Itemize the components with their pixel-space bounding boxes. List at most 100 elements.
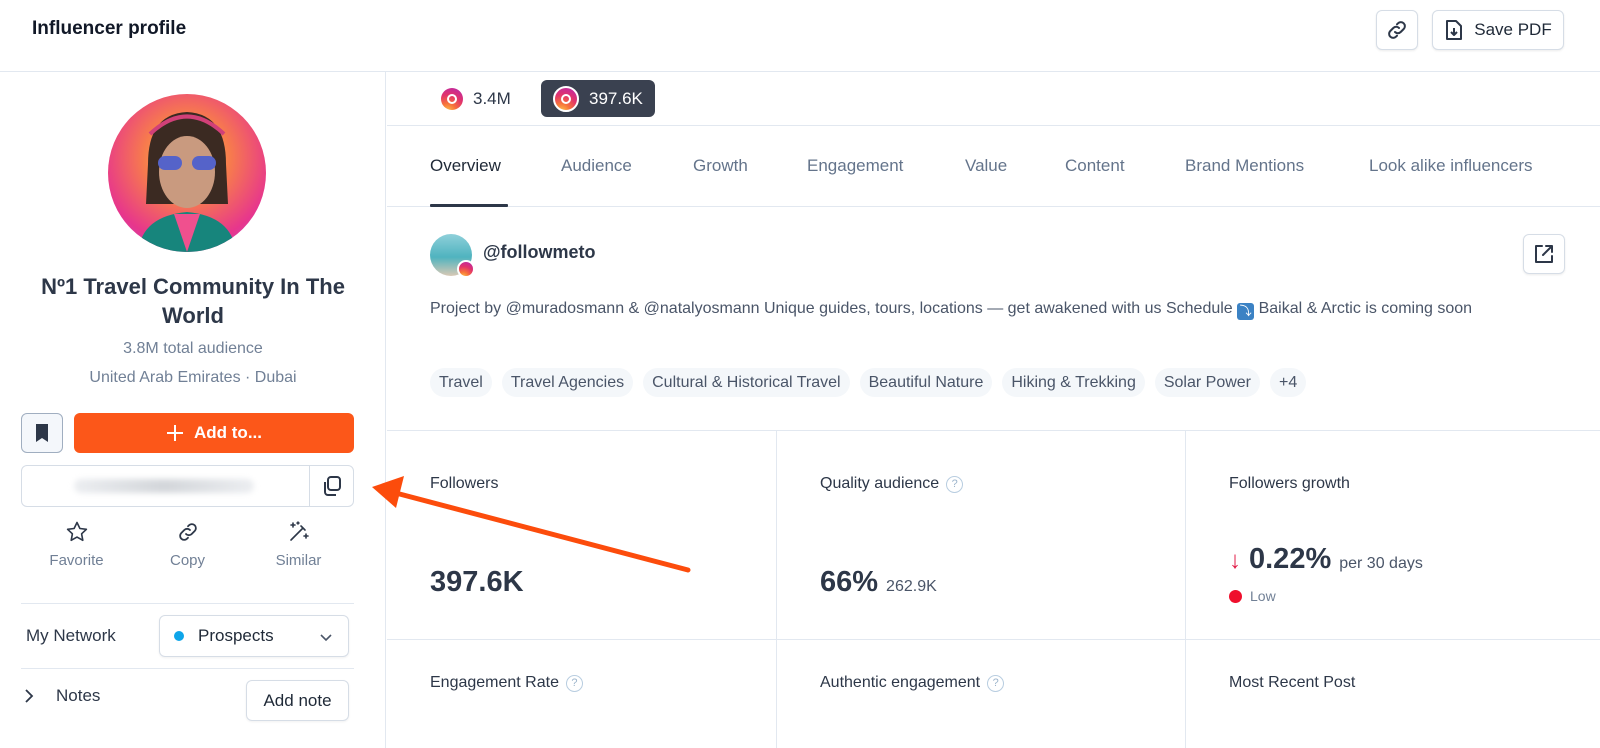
profile-location: United Arab Emirates · Dubai [89, 369, 297, 386]
profile-tabs: Overview Audience Growth Engagement Valu… [387, 126, 1600, 207]
link-icon [178, 523, 197, 541]
notes-label: Notes [56, 686, 101, 705]
category-tags: Travel Travel Agencies Cultural & Histor… [430, 368, 1307, 397]
tag[interactable]: Beautiful Nature [859, 368, 993, 397]
plus-icon [167, 425, 183, 441]
add-note-button[interactable]: Add note [246, 680, 349, 721]
page-title: Influencer profile [32, 18, 187, 39]
quick-actions: Favorite Copy Similar [21, 520, 354, 590]
stat-authentic-engagement: Authentic engagement ? [777, 640, 1186, 748]
tab-overview[interactable]: Overview [430, 156, 501, 176]
account-bio: Project by @muradosmann & @natalyosmann … [430, 296, 1560, 322]
stat-value: 397.6K [430, 566, 524, 598]
tab-content[interactable]: Content [1065, 156, 1125, 176]
file-download-icon [1446, 20, 1463, 40]
bookmark-icon [36, 424, 48, 442]
stat-followers: Followers 397.6K [387, 431, 777, 640]
help-icon[interactable]: ? [987, 674, 1005, 692]
tab-value[interactable]: Value [965, 156, 1007, 176]
add-to-button[interactable]: Add to... [74, 413, 354, 453]
similar-action[interactable]: Similar [243, 520, 354, 590]
magic-wand-icon [289, 521, 309, 541]
divider [21, 603, 354, 604]
external-link-icon [1535, 245, 1553, 263]
stats-grid: Followers 397.6K Quality audience ? 66% … [387, 430, 1600, 748]
notes-toggle[interactable]: Notes [24, 686, 100, 706]
stat-title: Most Recent Post [1229, 674, 1356, 691]
arrow-down-icon: ↓ [1229, 547, 1241, 574]
bio-text: Baikal & Arctic is coming soon [1254, 300, 1473, 317]
stat-engagement-rate: Engagement Rate ? [387, 640, 777, 748]
tag[interactable]: Travel [430, 368, 492, 397]
stat-value: 66% 262.9K [820, 566, 937, 599]
tab-look-alike-influencers[interactable]: Look alike influencers [1369, 156, 1532, 176]
tab-audience[interactable]: Audience [561, 156, 632, 176]
open-external-button[interactable] [1523, 234, 1565, 274]
more-tags[interactable]: +4 [1270, 368, 1307, 397]
account-followers: 397.6K [589, 88, 643, 108]
status-dot [174, 631, 184, 641]
chevron-down-icon [320, 634, 332, 642]
stat-followers-growth: Followers growth ↓ 0.22% per 30 days Low [1186, 431, 1600, 640]
account-chip-instagram-2[interactable]: 397.6K [541, 80, 655, 117]
total-audience: 3.8M total audience [123, 340, 263, 357]
instagram-badge-icon [457, 260, 475, 278]
help-icon[interactable]: ? [565, 674, 583, 692]
tag[interactable]: Cultural & Historical Travel [643, 368, 850, 397]
stat-title-text: Quality audience [820, 475, 940, 492]
quality-count: 262.9K [886, 578, 937, 595]
copy-action[interactable]: Copy [132, 520, 243, 590]
stat-title: Authentic engagement ? [820, 674, 1005, 692]
profile-name: Nº1 Travel Community In The World [41, 274, 345, 328]
save-pdf-label: Save PDF [1474, 20, 1552, 39]
tab-engagement[interactable]: Engagement [807, 156, 903, 176]
stat-title-text: Engagement Rate [430, 674, 559, 691]
copy-icon [323, 476, 341, 496]
tab-growth[interactable]: Growth [693, 156, 748, 176]
similar-label: Similar [275, 552, 322, 569]
profile-sidebar: Nº1 Travel Community In The World 3.8M t… [0, 72, 386, 748]
accounts-row: 3.4M 397.6K [387, 72, 1600, 126]
tag[interactable]: Hiking & Trekking [1002, 368, 1145, 397]
favorite-action[interactable]: Favorite [21, 520, 132, 590]
copy-email-button[interactable] [309, 466, 353, 506]
arrow-emoji-icon: ⤵ [1237, 303, 1255, 320]
quality-percent: 66% [820, 566, 879, 598]
stat-quality-audience: Quality audience ? 66% 262.9K [777, 431, 1186, 640]
top-bar: Influencer profile Save PDF [0, 0, 1600, 72]
email-field[interactable] [21, 465, 354, 507]
stat-title: Followers growth [1229, 475, 1350, 492]
tag[interactable]: Travel Agencies [501, 368, 634, 397]
copy-link-button[interactable] [1376, 10, 1418, 50]
instagram-icon [441, 87, 463, 110]
network-selected: Prospects [198, 626, 274, 645]
account-chip-instagram-1[interactable]: 3.4M [429, 80, 523, 117]
tag[interactable]: Solar Power [1154, 368, 1260, 397]
active-tab-indicator [430, 204, 508, 207]
network-label: My Network [26, 626, 116, 645]
stat-title-text: Authentic engagement [820, 674, 981, 691]
bio-text: Project by @muradosmann & @natalyosmann … [430, 300, 1238, 317]
stat-title: Engagement Rate ? [430, 674, 583, 692]
save-pdf-button[interactable]: Save PDF [1432, 10, 1564, 50]
account-followers: 3.4M [473, 88, 511, 108]
network-status-select[interactable]: Prospects [159, 615, 349, 657]
main-content: 3.4M 397.6K Overview Audience Growth Eng… [387, 72, 1600, 748]
email-redacted [74, 479, 254, 493]
growth-period: per 30 days [1339, 555, 1423, 572]
stat-value: ↓ 0.22% per 30 days [1229, 543, 1423, 576]
stat-title: Quality audience ? [820, 475, 964, 493]
growth-rating: Low [1229, 588, 1276, 604]
profile-avatar [108, 94, 266, 252]
link-icon [1388, 21, 1406, 39]
growth-percent: 0.22% [1249, 543, 1332, 575]
bookmark-button[interactable] [21, 413, 63, 453]
rating-dot [1229, 589, 1242, 603]
chevron-right-icon [25, 689, 34, 703]
account-handle[interactable]: @followmeto [483, 242, 596, 263]
tab-brand-mentions[interactable]: Brand Mentions [1185, 156, 1304, 176]
favorite-label: Favorite [49, 552, 104, 569]
divider [21, 668, 354, 669]
help-icon[interactable]: ? [946, 475, 964, 493]
stat-title: Followers [430, 475, 499, 492]
